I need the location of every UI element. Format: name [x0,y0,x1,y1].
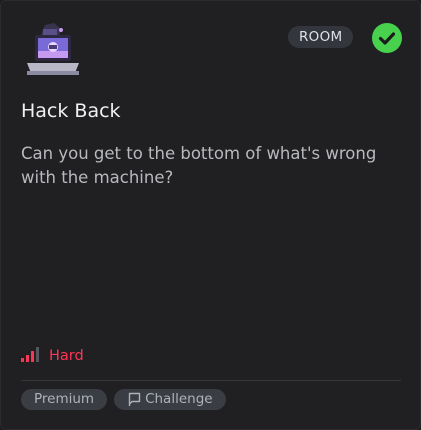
difficulty-label: Hard [49,348,84,364]
tag-premium[interactable]: Premium [21,389,108,410]
checkmark-icon [372,23,402,53]
room-title[interactable]: Hack Back [21,99,121,123]
tag-label: Premium [34,391,95,407]
laptop-hacker-icon [21,21,83,83]
flag-icon [127,392,142,407]
signal-bars-icon [21,346,41,366]
room-type-badge: ROOM [288,26,354,48]
divider [21,380,401,381]
tag-list: Premium Challenge [21,389,226,410]
room-description: Can you get to the bottom of what's wron… [21,144,377,187]
tag-challenge[interactable]: Challenge [114,389,226,410]
room-card[interactable]: ROOM Hack Back Can you get to the bottom… [0,0,421,430]
tag-label: Challenge [145,391,213,407]
difficulty-indicator: Hard [21,346,84,366]
